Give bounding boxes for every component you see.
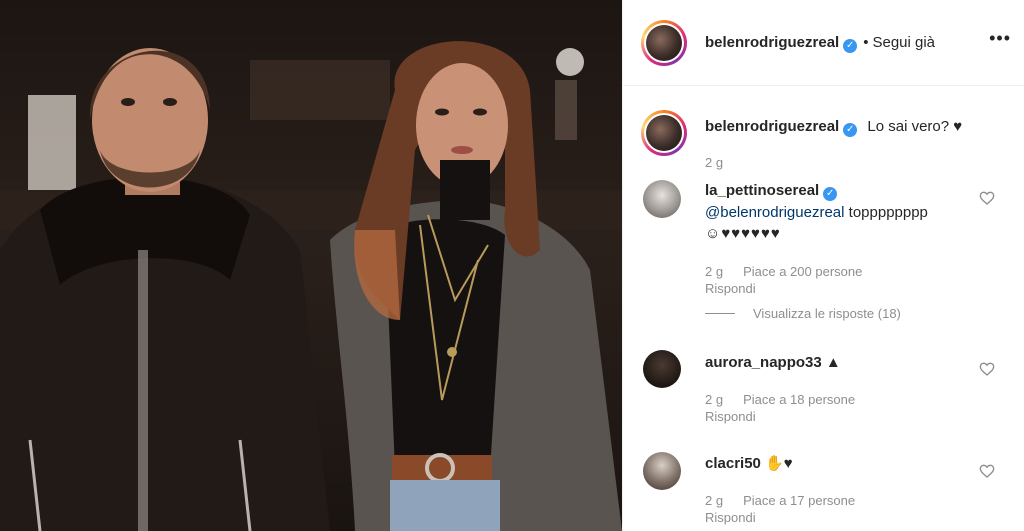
comment-header: aurora_nappo33 ▲ (705, 353, 841, 373)
commenter-username[interactable]: clacri50 (705, 455, 761, 472)
like-heart-icon[interactable] (979, 361, 995, 377)
comment-emoji-line: ☺♥♥♥♥♥♥ (705, 225, 781, 242)
mention-link[interactable]: @belenrodriguezreal (705, 204, 844, 221)
comment-likes[interactable]: Piace a 18 persone (743, 392, 855, 407)
reply-button[interactable]: Rispondi (705, 409, 756, 424)
verified-badge-icon: ✓ (843, 123, 858, 137)
caption-age[interactable]: 2 g (705, 155, 723, 170)
comment-header: la_pettinosereal ✓ (705, 181, 838, 201)
comment-likes[interactable]: Piace a 200 persone (743, 264, 862, 279)
comment-body: topppppppp (844, 204, 928, 221)
comment-meta: 2 g Piace a 200 persone (705, 264, 862, 279)
following-button[interactable]: Segui già (872, 34, 935, 51)
caption-text-row: belenrodriguezreal ✓ Lo sai vero? ♥ (705, 117, 962, 137)
comment-likes[interactable]: Piace a 17 persone (743, 493, 855, 508)
commenter-avatar[interactable] (643, 452, 681, 490)
comment-age[interactable]: 2 g (705, 493, 723, 508)
separator-dot: • (863, 34, 869, 51)
verified-badge-icon: ✓ (823, 187, 838, 201)
caption-author-avatar[interactable] (641, 110, 687, 156)
view-replies-label: Visualizza le risposte (18) (753, 306, 901, 321)
author-username[interactable]: belenrodriguezreal (705, 34, 839, 51)
post-header: belenrodriguezreal ✓ • Segui già ••• (623, 0, 1024, 86)
comment-meta: 2 g Piace a 17 persone (705, 493, 855, 508)
commenter-avatar[interactable] (643, 350, 681, 388)
more-options-icon[interactable]: ••• (989, 28, 1011, 49)
caption-meta: 2 g (705, 155, 723, 170)
couple-photo (0, 41, 622, 531)
post-photo[interactable] (0, 0, 622, 531)
comments-panel: belenrodriguezreal ✓ • Segui già ••• belenr… (622, 0, 1024, 531)
comment-body: ▲ (821, 354, 841, 371)
comment-meta: 2 g Piace a 18 persone (705, 392, 855, 407)
reply-button[interactable]: Rispondi (705, 281, 756, 296)
like-heart-icon[interactable] (979, 463, 995, 479)
comment-header: clacri50 ✋♥ (705, 454, 793, 474)
author-avatar[interactable] (641, 20, 687, 66)
author-row: belenrodriguezreal ✓ • Segui già (705, 34, 935, 53)
divider-line (705, 313, 735, 314)
commenter-username[interactable]: la_pettinosereal (705, 182, 819, 199)
caption-text: Lo sai vero? ♥ (867, 118, 963, 135)
verified-badge-icon: ✓ (843, 39, 858, 53)
comment-text: @belenrodriguezreal topppppppp (705, 203, 928, 223)
comment-age[interactable]: 2 g (705, 392, 723, 407)
like-heart-icon[interactable] (979, 190, 995, 206)
avatar-image (646, 25, 682, 61)
view-replies-button[interactable]: Visualizza le risposte (18) (705, 306, 901, 321)
caption-username[interactable]: belenrodriguezreal (705, 118, 839, 135)
commenter-avatar[interactable] (643, 180, 681, 218)
comment-body: ✋♥ (760, 455, 793, 472)
avatar-image (646, 115, 682, 151)
comment-age[interactable]: 2 g (705, 264, 723, 279)
reply-button[interactable]: Rispondi (705, 510, 756, 525)
commenter-username[interactable]: aurora_nappo33 (705, 354, 822, 371)
